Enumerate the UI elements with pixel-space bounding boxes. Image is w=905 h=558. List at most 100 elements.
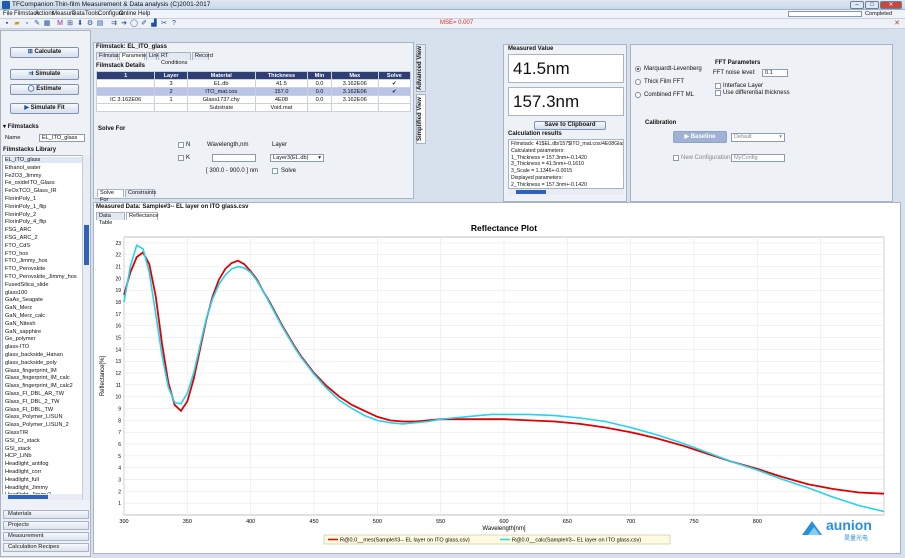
library-item[interactable]: glass100 — [5, 290, 27, 296]
differential-checkbox[interactable] — [715, 90, 721, 96]
open-icon[interactable]: ▰ — [13, 20, 21, 28]
library-item[interactable]: GaN_Nitesh — [5, 321, 35, 327]
library-item[interactable]: FeOxTCO_Glass_IR — [5, 188, 57, 194]
tab-rt-conditions[interactable]: RT Conditions — [158, 52, 191, 66]
library-item[interactable]: Glass_FI_DBL_TW — [5, 407, 53, 413]
table-row[interactable]: IC 3.162E06 1 Glass1737.chy 4E08 0.0 3.162E06 — [95, 95, 412, 104]
library-item[interactable]: Glass_Polymer_LISUN_2 — [5, 422, 69, 428]
k-checkbox[interactable] — [178, 155, 184, 161]
baseline-button[interactable]: ▶ Baseline — [673, 131, 727, 143]
calculate-button[interactable]: ⊞ Calculate — [10, 47, 79, 58]
edit-icon[interactable]: ✎ — [33, 20, 41, 28]
library-item[interactable]: Glass_fingerprint_IM_calc2 — [5, 383, 73, 389]
new-icon[interactable]: ▫ — [23, 20, 31, 28]
layer-select[interactable]: Layer3(EL.db) ▾ — [270, 154, 324, 162]
config-select[interactable]: Default ▾ — [731, 133, 785, 142]
help-icon[interactable]: ? — [170, 20, 178, 28]
menu-help[interactable]: Help — [138, 11, 150, 17]
library-item[interactable]: Glass_Polymer_LISUN — [5, 414, 63, 420]
menu-data[interactable]: Data — [72, 11, 85, 17]
library-item[interactable]: FlorinPoly_4_flip — [5, 219, 46, 225]
library-item[interactable]: FTO_Perovskite — [5, 266, 45, 272]
paint-icon[interactable]: ▟ — [150, 20, 158, 28]
library-item[interactable]: GaN_sapphire — [5, 329, 41, 335]
gear-icon[interactable]: ⚙ — [86, 20, 94, 28]
table-cell[interactable] — [377, 95, 412, 104]
pencil-icon[interactable]: ✐ — [140, 20, 148, 28]
library-item[interactable]: Fe2O3_Jimmy — [5, 173, 41, 179]
combined-radio[interactable] — [635, 92, 641, 98]
column-header[interactable]: Material — [186, 71, 256, 80]
accordion-measurement[interactable]: Measurement — [3, 532, 89, 541]
library-item[interactable]: glass_backside_poly — [5, 360, 57, 366]
library-item[interactable]: FTO_Jimmy_hos — [5, 258, 47, 264]
results-scroll-thumb[interactable] — [516, 190, 546, 194]
library-item[interactable]: HCP_LiNb — [5, 453, 31, 459]
library-item[interactable]: Glass_fingerprint_IM — [5, 368, 57, 374]
library-item[interactable]: GSI_stack — [5, 446, 31, 452]
menu-file[interactable]: File — [3, 11, 13, 17]
n-checkbox[interactable] — [178, 142, 184, 148]
save-icon[interactable]: ▪ — [3, 20, 11, 28]
maximize-button[interactable]: □ — [865, 1, 879, 9]
solve-checkbox[interactable] — [272, 168, 278, 174]
calculate-icon[interactable]: ⊞ — [66, 20, 74, 28]
library-scrollbar[interactable] — [82, 155, 90, 500]
marquardt-radio[interactable] — [635, 66, 641, 72]
library-item[interactable]: Glass_FI_DBL_AR_TW — [5, 391, 64, 397]
tab-filmstack[interactable]: Filmstack — [96, 52, 123, 60]
reflectance-chart[interactable]: 3003504004505005506006507007508008509001… — [96, 221, 898, 551]
simulate-button[interactable]: ⇉ Simulate — [10, 69, 79, 80]
library-item[interactable]: FSG_ARC — [5, 227, 31, 233]
wrench-icon[interactable]: ✂ — [160, 20, 168, 28]
tab-record[interactable]: Record — [192, 52, 213, 60]
menu-online[interactable]: Online — [119, 11, 136, 17]
accordion-materials[interactable]: Materials — [3, 510, 89, 519]
library-item[interactable]: Headlight_antifog — [5, 461, 49, 467]
tab-links[interactable]: Links — [146, 52, 162, 60]
library-item[interactable]: Headlight_corr — [5, 469, 41, 475]
library-item[interactable]: FSG_ARC_2 — [5, 235, 38, 241]
down-icon[interactable]: ⬇ — [76, 20, 84, 28]
estimate-button[interactable]: ◯ Estimate — [10, 84, 79, 95]
library-item[interactable]: Headlight_full — [5, 477, 39, 483]
config-name-input[interactable]: MyConfig — [731, 154, 785, 162]
table-cell[interactable]: ✔ — [377, 87, 412, 96]
library-item[interactable]: glass_backside_Hanan — [5, 352, 63, 358]
simulate-icon[interactable]: ⇉ — [110, 20, 118, 28]
new-config-checkbox[interactable] — [673, 155, 679, 161]
name-field[interactable]: EL_ITO_glass — [39, 134, 85, 142]
library-item[interactable]: Headlight_Jimmy — [5, 485, 48, 491]
library-item[interactable]: GaN_Merz — [5, 305, 32, 311]
library-item[interactable]: Fe_oxideITO_Glass — [5, 180, 55, 186]
h-scrollbar[interactable] — [2, 494, 82, 500]
results-scrollbar[interactable] — [508, 189, 624, 195]
arrow-icon[interactable]: ➔ — [120, 20, 128, 28]
library-item[interactable]: EL_ITO_glass — [5, 157, 83, 163]
noise-input[interactable]: 0.1 — [762, 69, 788, 77]
tab-simplified-view[interactable]: Simplified View — [416, 94, 426, 144]
tab-parameters[interactable]: Parameters — [119, 52, 151, 60]
table-cell[interactable] — [377, 103, 412, 112]
tab-reflectance[interactable]: Reflectance — [126, 212, 159, 220]
library-item[interactable]: FlorinPoly_2 — [5, 212, 36, 218]
minimize-button[interactable]: – — [850, 1, 864, 9]
pin-icon[interactable]: ✕ — [893, 20, 901, 28]
library-item[interactable]: Glass_fingerprint_IM_calc — [5, 375, 70, 381]
simulate-fit-button[interactable]: ▶ Simulate Fit — [10, 103, 79, 114]
column-header[interactable]: Solve — [377, 71, 412, 80]
table-cell[interactable]: ✔ — [377, 79, 412, 88]
save-clipboard-button[interactable]: Save to Clipboard — [534, 121, 606, 130]
column-header[interactable]: Max — [330, 71, 379, 80]
library-item[interactable]: GlassTIR — [5, 430, 28, 436]
library-item[interactable]: Glass_FI_DBL_2_TW — [5, 399, 59, 405]
h-scroll-thumb[interactable] — [8, 495, 48, 499]
table-icon[interactable]: ▤ — [96, 20, 104, 28]
library-item[interactable]: FTO_CdS — [5, 243, 30, 249]
tab-advanced-view[interactable]: Advanced View — [416, 44, 426, 92]
library-item[interactable]: FTO_hos — [5, 251, 28, 257]
library-item[interactable]: GaN_Merz_calc — [5, 313, 45, 319]
menu-tools[interactable]: Tools — [85, 11, 99, 17]
filmstacks-header[interactable]: ▾ Filmstacks — [3, 123, 39, 130]
accordion-calculation-recipes[interactable]: Calculation Recipes — [3, 543, 89, 552]
